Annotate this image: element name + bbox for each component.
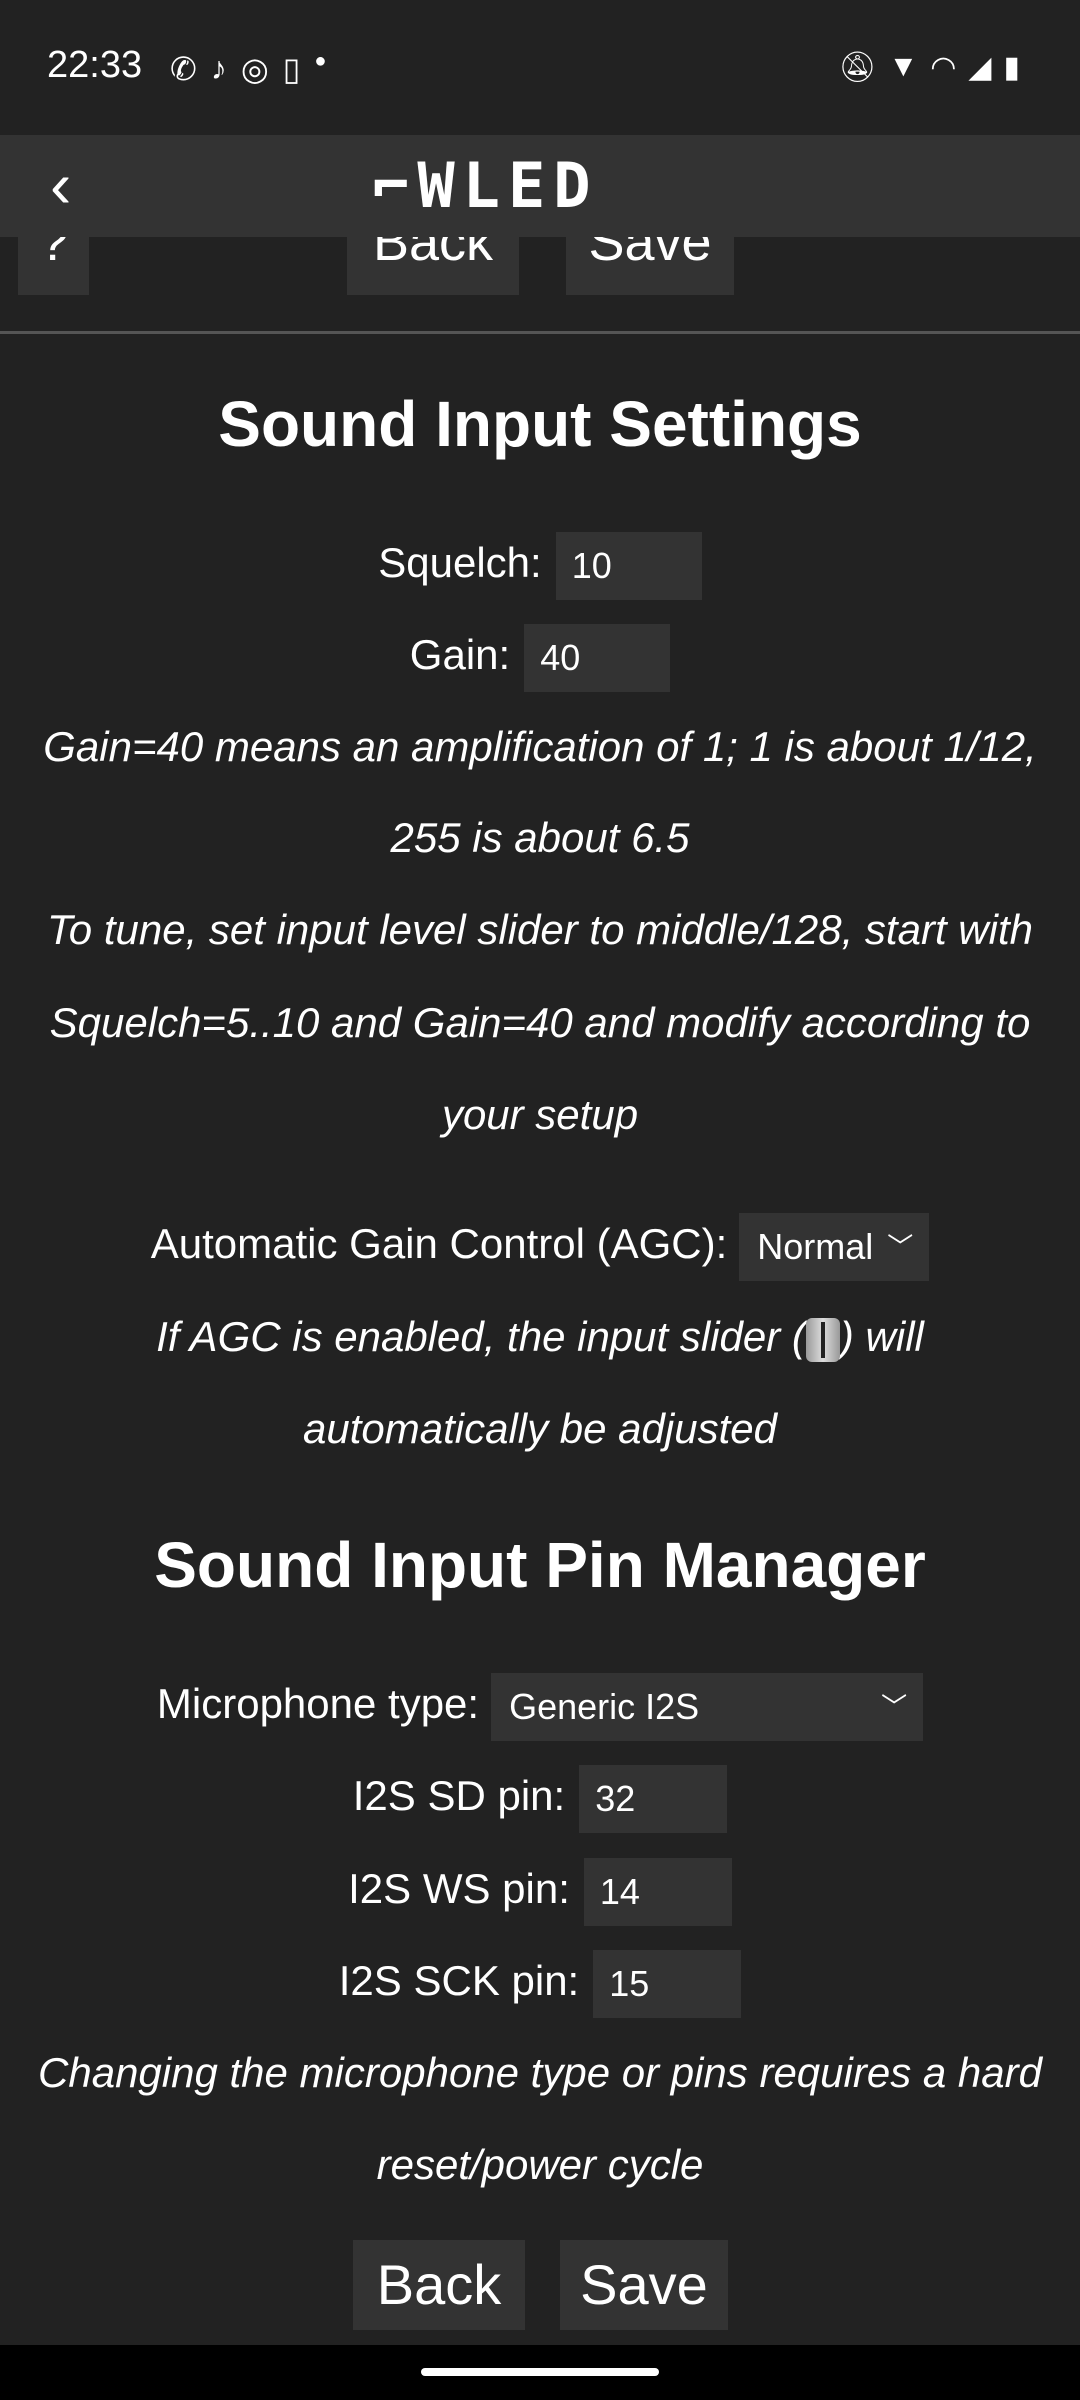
save-button[interactable]: Save	[560, 2240, 728, 2330]
ws-pin-label: I2S WS pin:	[348, 1865, 570, 1912]
sd-pin-input[interactable]: 32	[579, 1764, 728, 1833]
hotspot-icon: ◠	[930, 51, 957, 84]
instagram-icon: ◎	[240, 51, 269, 87]
pin-manager-title: Sound Input Pin Manager	[154, 1529, 926, 1601]
sck-pin-input[interactable]: 15	[593, 1949, 742, 2018]
help-button[interactable]: ?	[18, 237, 89, 295]
gain-note: Gain=40 means an amplification of 1; 1 i…	[43, 723, 1037, 770]
agc-selected-value: Normal	[757, 1225, 874, 1267]
chevron-down-icon: ﹀	[887, 1231, 914, 1262]
squelch-row: Squelch: 10	[0, 517, 1080, 609]
agc-note: If AGC is enabled, the input slider ( ) w…	[0, 1291, 1080, 1383]
chevron-down-icon: ﹀	[881, 1691, 908, 1722]
gain-input[interactable]: 40	[524, 623, 671, 692]
signal-icon: ◢	[968, 51, 992, 84]
app-bar: ‹ ⌐WLED	[0, 135, 1080, 237]
slider-fader-icon	[805, 1317, 840, 1362]
dot-icon: ●	[314, 50, 327, 72]
ws-pin-row: I2S WS pin: 14	[0, 1843, 1080, 1935]
tune-note: Squelch=5..10 and Gain=40 and modify acc…	[49, 999, 1031, 1046]
gain-row: Gain: 40	[0, 609, 1080, 701]
sck-pin-row: I2S SCK pin: 15	[0, 1935, 1080, 2027]
sound-input-settings-title: Sound Input Settings	[218, 388, 862, 460]
mic-type-row: Microphone type: Generic I2S ﹀	[0, 1658, 1080, 1750]
mic-type-select[interactable]: Generic I2S ﹀	[491, 1672, 924, 1741]
agc-note: automatically be adjusted	[303, 1405, 777, 1452]
tune-note: your setup	[441, 1091, 639, 1138]
divider	[0, 331, 1080, 334]
sd-pin-row: I2S SD pin: 32	[0, 1750, 1080, 1842]
clock: 22:33	[47, 44, 143, 86]
battery-icon: ▮	[1003, 51, 1020, 84]
wifi-icon: ▼	[888, 50, 919, 83]
pin-note: Changing the microphone type or pins req…	[38, 2049, 1042, 2096]
agc-note-text: ) will	[839, 1313, 924, 1360]
whatsapp-icon: ✆	[170, 51, 197, 87]
status-bar: 22:33 ✆ ♪ ◎ ▯ ● 🔕︎ ▼ ◠ ◢ ▮	[0, 0, 1080, 135]
squelch-label: Squelch:	[378, 539, 542, 586]
agc-label: Automatic Gain Control (AGC):	[150, 1220, 728, 1267]
sck-pin-label: I2S SCK pin:	[338, 1957, 580, 2004]
top-back-button[interactable]: Back	[347, 237, 519, 295]
tiktok-icon: ♪	[210, 50, 227, 86]
twitch-icon: ▯	[282, 51, 301, 87]
gain-note: 255 is about 6.5	[390, 814, 690, 861]
back-button[interactable]: Back	[353, 2240, 525, 2330]
tune-note: To tune, set input level slider to middl…	[47, 906, 1033, 953]
squelch-input[interactable]: 10	[555, 531, 702, 600]
sd-pin-label: I2S SD pin:	[352, 1772, 566, 1819]
bell-off-icon: 🔕︎	[838, 51, 877, 84]
top-save-button[interactable]: Save	[566, 237, 734, 295]
agc-select[interactable]: Normal ﹀	[739, 1212, 930, 1281]
mic-type-label: Microphone type:	[156, 1680, 480, 1727]
wled-logo: ⌐WLED	[372, 149, 599, 222]
back-arrow-icon[interactable]: ‹	[50, 153, 71, 217]
mic-type-selected-value: Generic I2S	[509, 1685, 700, 1727]
ws-pin-input[interactable]: 14	[583, 1857, 732, 1926]
agc-row: Automatic Gain Control (AGC): Normal ﹀	[0, 1198, 1080, 1290]
home-indicator[interactable]	[421, 2368, 659, 2376]
pin-note: reset/power cycle	[376, 2141, 704, 2188]
agc-note-text: If AGC is enabled, the input slider (	[156, 1313, 806, 1360]
gain-label: Gain:	[409, 631, 511, 678]
